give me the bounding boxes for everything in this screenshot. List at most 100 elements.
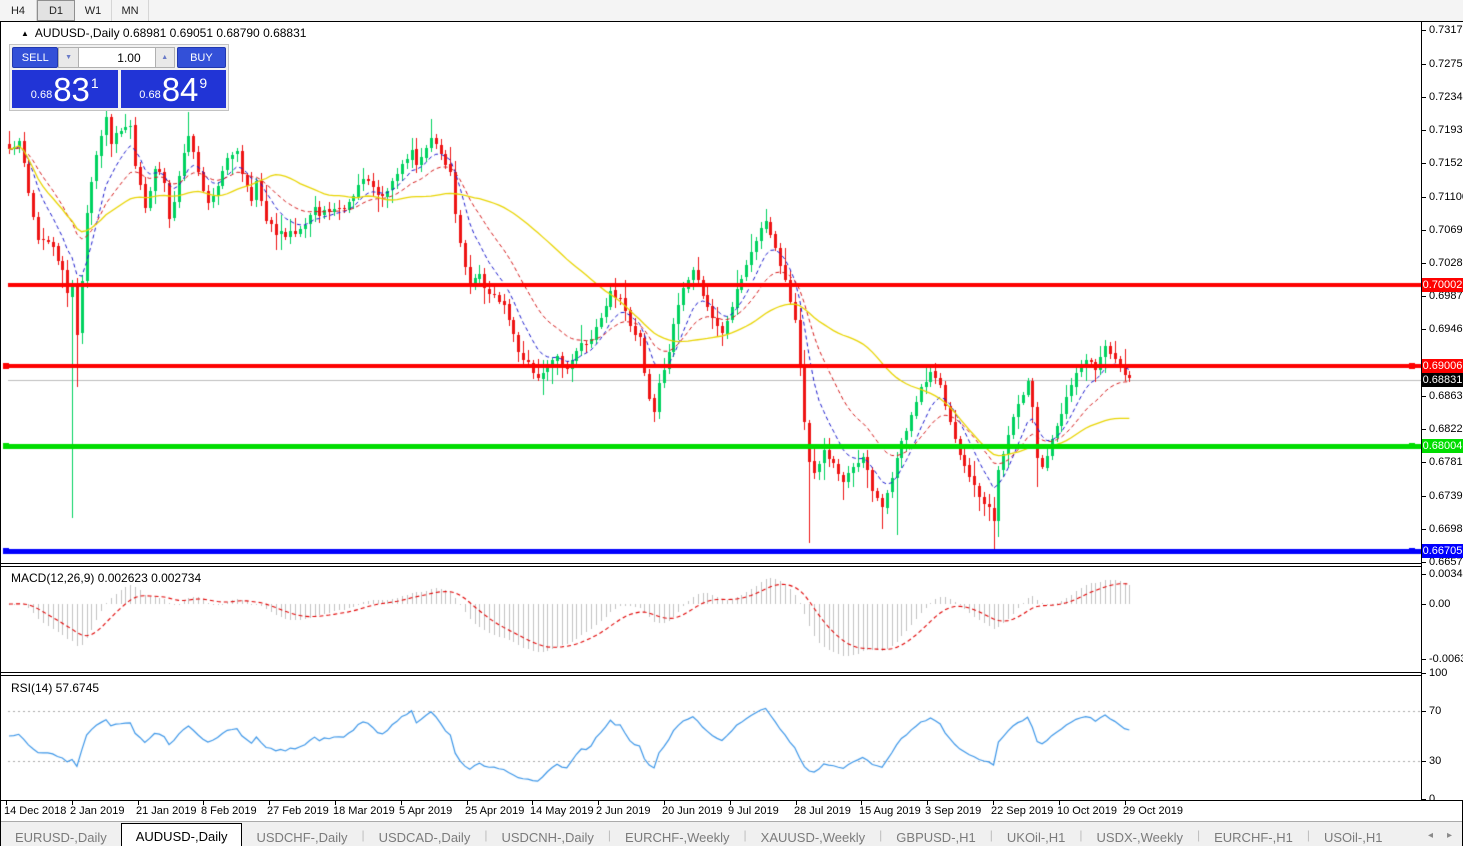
price-axis[interactable]: 0.731700.727500.723400.719300.715200.711…	[1421, 22, 1463, 800]
price-level-tag: 0.70002	[1422, 278, 1463, 292]
axis-tick-mark	[1422, 673, 1426, 674]
price-level-tag: 0.68831	[1422, 373, 1463, 387]
date-axis-label: 3 Sep 2019	[925, 805, 981, 817]
tab-usdcnh-daily[interactable]: USDCNH-,Daily	[487, 826, 607, 846]
date-axis-label: 28 Jul 2019	[794, 805, 851, 817]
date-axis-label: 14 Dec 2018	[4, 805, 66, 817]
axis-tick-mark	[1422, 429, 1426, 430]
rsi-axis-label: 30	[1429, 755, 1441, 767]
date-axis-label: 25 Apr 2019	[465, 805, 524, 817]
price-axis-label: 0.69460	[1429, 323, 1463, 335]
axis-tick-mark	[1422, 296, 1426, 297]
price-axis-label: 0.66980	[1429, 523, 1463, 535]
price-axis-label: 0.68630	[1429, 390, 1463, 402]
axis-tick-mark	[1422, 761, 1426, 762]
axis-tick-mark	[1422, 496, 1426, 497]
date-axis-label: 22 Sep 2019	[991, 805, 1053, 817]
timeframe-button-mn[interactable]: MN	[112, 0, 149, 21]
macd-panel-canvas[interactable]	[1, 567, 1421, 672]
volume-decrease-button[interactable]: ▼	[58, 47, 78, 68]
date-axis-label: 21 Jan 2019	[136, 805, 197, 817]
date-axis-label: 18 Mar 2019	[333, 805, 395, 817]
axis-tick-mark	[1422, 574, 1426, 575]
price-axis-label: 0.68220	[1429, 423, 1463, 435]
price-axis-label: 0.70690	[1429, 224, 1463, 236]
tab-eurusd-daily[interactable]: EURUSD-,Daily	[1, 826, 121, 846]
axis-tick-mark	[1422, 711, 1426, 712]
tab-usdx-weekly[interactable]: USDX-,Weekly	[1083, 826, 1197, 846]
price-axis-label: 0.71520	[1429, 157, 1463, 169]
axis-tick-mark	[1422, 64, 1426, 65]
chart-window: ▲ AUDUSD-,Daily 0.68981 0.69051 0.68790 …	[0, 21, 1463, 846]
date-axis-label: 15 Aug 2019	[859, 805, 921, 817]
price-axis-label: 0.70280	[1429, 257, 1463, 269]
volume-input[interactable]	[79, 47, 155, 68]
axis-tick-mark	[1422, 604, 1426, 605]
buy-button[interactable]: BUY	[177, 47, 226, 68]
tab-eurchf-h1[interactable]: EURCHF-,H1	[1200, 826, 1307, 846]
axis-tick-mark	[1422, 529, 1426, 530]
price-axis-label: 0.73170	[1429, 24, 1463, 36]
date-axis-label: 14 May 2019	[530, 805, 594, 817]
timeframe-button-d1[interactable]: D1	[37, 0, 75, 21]
axis-tick-mark	[1422, 163, 1426, 164]
buy-price-box[interactable]: 0.68 84 9	[121, 70, 227, 108]
price-axis-label: 0.71100	[1429, 191, 1463, 203]
date-axis-label: 5 Apr 2019	[399, 805, 452, 817]
timeframe-button-w1[interactable]: W1	[75, 0, 112, 21]
price-level-tag: 0.66705	[1422, 544, 1463, 558]
timeframe-button-h4[interactable]: H4	[0, 0, 37, 21]
symbol-tab-bar: EURUSD-,DailyAUDUSD-,DailyUSDCHF-,Daily|…	[1, 821, 1462, 846]
volume-increase-button[interactable]: ▲	[155, 47, 175, 68]
macd-axis-label: 0.00349	[1429, 568, 1463, 580]
axis-tick-mark	[1422, 562, 1426, 563]
chart-title: ▲ AUDUSD-,Daily 0.68981 0.69051 0.68790 …	[21, 26, 306, 40]
date-axis-label: 2 Jun 2019	[596, 805, 650, 817]
price-level-tag: 0.69006	[1422, 359, 1463, 373]
tab-xauusd-weekly[interactable]: XAUUSD-,Weekly	[747, 826, 880, 846]
macd-axis-label: 0.00	[1429, 598, 1450, 610]
timeframe-toolbar: H4D1W1MN	[0, 0, 1463, 22]
sell-button[interactable]: SELL	[12, 47, 58, 68]
date-axis-label: 2 Jan 2019	[70, 805, 124, 817]
axis-tick-mark	[1422, 462, 1426, 463]
date-axis-label: 8 Feb 2019	[201, 805, 257, 817]
chevron-up-icon: ▲	[161, 54, 168, 61]
tab-eurchf-weekly[interactable]: EURCHF-,Weekly	[611, 826, 744, 846]
chart-title-text: AUDUSD-,Daily 0.68981 0.69051 0.68790 0.…	[35, 26, 307, 40]
date-axis[interactable]: 14 Dec 2018 2 Jan 2019 21 Jan 2019 8 Feb 20…	[1, 800, 1462, 822]
rsi-axis-label: 70	[1429, 705, 1441, 717]
trade-panel-controls: SELL ▼ ▲ BUY	[12, 47, 226, 68]
tab-scroll-right-icon[interactable]: ▸	[1447, 830, 1452, 841]
tab-ukoil-h1[interactable]: UKOil-,H1	[993, 826, 1080, 846]
axis-tick-mark	[1422, 396, 1426, 397]
sell-price-box[interactable]: 0.68 83 1	[12, 70, 118, 108]
symbol-marker-icon: ▲	[21, 29, 29, 38]
tab-usdcad-daily[interactable]: USDCAD-,Daily	[365, 826, 485, 846]
tab-usdchf-daily[interactable]: USDCHF-,Daily	[242, 826, 361, 846]
buy-price-prefix: 0.68	[139, 89, 160, 101]
axis-tick-mark	[1422, 230, 1426, 231]
axis-tick-mark	[1422, 30, 1426, 31]
macd-axis-label: -0.00637	[1429, 653, 1463, 665]
axis-tick-mark	[1422, 130, 1426, 131]
tab-scroll-left-icon[interactable]: ◂	[1428, 830, 1433, 841]
chevron-down-icon: ▼	[65, 54, 72, 61]
tab-audusd-daily[interactable]: AUDUSD-,Daily	[121, 823, 243, 846]
tab-usoil-h1[interactable]: USOil-,H1	[1310, 826, 1397, 846]
axis-tick-mark	[1422, 263, 1426, 264]
tab-gbpusd-h1[interactable]: GBPUSD-,H1	[882, 826, 989, 846]
panel-separator	[1, 672, 1462, 676]
axis-tick-mark	[1422, 97, 1426, 98]
rsi-panel-canvas[interactable]	[1, 677, 1421, 800]
price-axis-label: 0.72340	[1429, 91, 1463, 103]
sell-price-pips: 83	[53, 75, 90, 105]
trade-panel-prices: 0.68 83 1 0.68 84 9	[12, 70, 226, 108]
price-level-tag: 0.68004	[1422, 439, 1463, 453]
price-axis-label: 0.72750	[1429, 58, 1463, 70]
sell-price-prefix: 0.68	[31, 89, 52, 101]
date-axis-label: 10 Oct 2019	[1057, 805, 1117, 817]
buy-price-pips: 84	[162, 75, 199, 105]
tab-scroll-arrows: ◂▸	[1428, 830, 1452, 841]
axis-tick-mark	[1422, 659, 1426, 660]
